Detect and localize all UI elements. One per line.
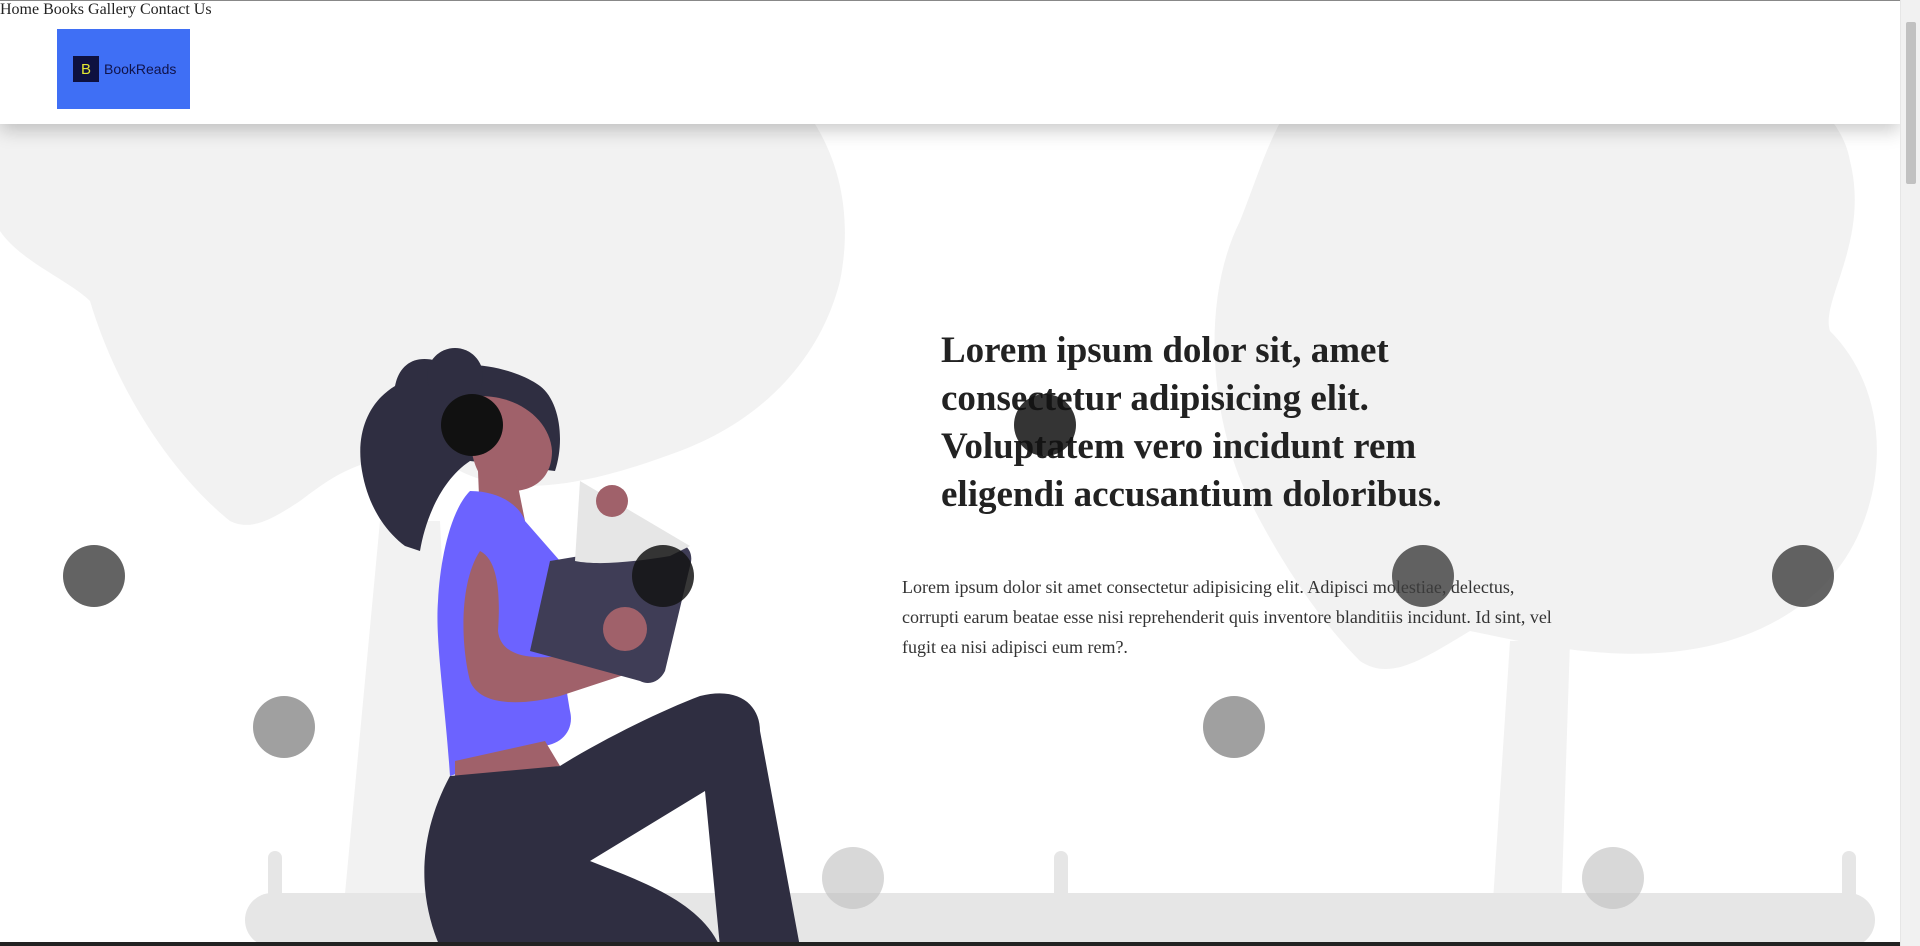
nav-link-contact-us[interactable]: Contact Us (140, 1, 212, 18)
woman-hand-lower (603, 607, 647, 651)
bench-post-right (1842, 851, 1856, 901)
nav-link-books[interactable]: Books (43, 1, 84, 18)
top-navbar: B BookReads Home Books Gallery Contact U… (0, 1, 1900, 124)
floating-circle (1014, 394, 1076, 456)
floating-circle (63, 545, 125, 607)
floating-circle (632, 545, 694, 607)
bottom-edge (0, 942, 1900, 946)
brand-name: BookReads (104, 61, 177, 77)
nav-link-gallery[interactable]: Gallery (88, 1, 136, 18)
floating-circle (1203, 696, 1265, 758)
bench-post-middle (1054, 851, 1068, 901)
brand-logo[interactable]: B BookReads (57, 29, 190, 109)
floating-circle (1772, 545, 1834, 607)
woman-hand (596, 485, 628, 517)
hero-body: Lorem ipsum dolor sit amet consectetur a… (902, 577, 1552, 657)
floating-circle (441, 394, 503, 456)
page: B BookReads Home Books Gallery Contact U… (0, 0, 1900, 946)
floating-circle (1392, 545, 1454, 607)
floating-circle (253, 696, 315, 758)
main-nav: Home Books Gallery Contact Us (0, 1, 1900, 19)
floating-circle (822, 847, 884, 909)
brand-mark-icon: B (73, 56, 99, 82)
floating-circle (1582, 847, 1644, 909)
vertical-scrollbar[interactable] (1900, 0, 1920, 946)
nav-link-home[interactable]: Home (0, 1, 39, 18)
bench-post-left (268, 851, 282, 901)
scrollbar-thumb[interactable] (1906, 22, 1916, 184)
